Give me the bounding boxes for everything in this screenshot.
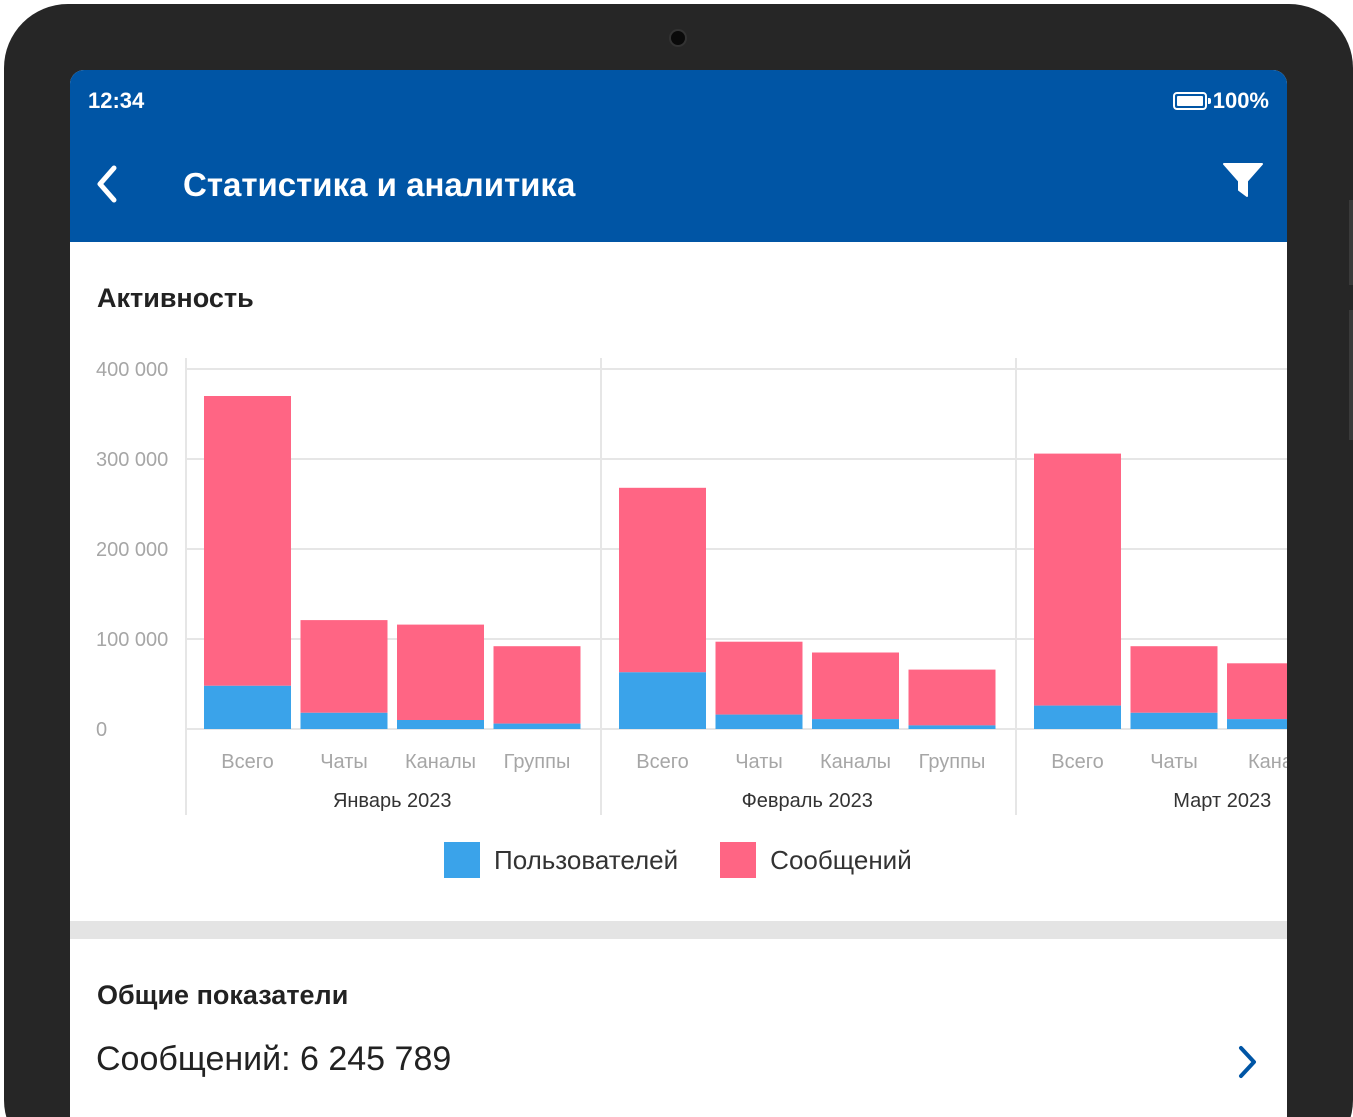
bar-users [619, 672, 706, 729]
group-label: Февраль 2023 [742, 790, 873, 812]
bar-messages [1227, 663, 1287, 720]
chevron-left-icon[interactable] [92, 162, 122, 206]
summary-title: Общие показатели [97, 980, 349, 1010]
screen: 12:34 100% Статистика и аналитика Активн… [70, 70, 1287, 1117]
x-tick-label: Всего [1051, 751, 1103, 773]
bar-users [812, 719, 899, 729]
x-tick-label: Всего [221, 751, 273, 773]
x-tick-label: Группы [504, 751, 571, 773]
bar-users [1034, 705, 1121, 729]
bar-users [397, 720, 484, 729]
battery-icon [1172, 92, 1211, 110]
legend-users-label: Пользователей [494, 844, 679, 875]
group-label: Январь 2023 [333, 790, 452, 812]
bar-users [715, 714, 803, 729]
bar-messages [1130, 646, 1218, 713]
legend-users: Пользователей [444, 842, 678, 878]
bar-users [908, 725, 996, 729]
legend-messages-swatch [720, 842, 757, 878]
chevron-right-icon[interactable] [1235, 1044, 1259, 1080]
y-tick-label: 100 000 [96, 629, 168, 651]
section-divider [70, 921, 1287, 939]
legend-messages: Сообщений [720, 842, 912, 878]
status-right: 100% [1172, 88, 1269, 114]
filter-icon[interactable] [1223, 160, 1263, 200]
legend-users-swatch [444, 842, 480, 878]
x-tick-label: Чаты [735, 751, 783, 773]
bar-messages [908, 669, 996, 726]
x-tick-label: Группы [919, 751, 986, 773]
battery-level: 100% [1212, 88, 1269, 113]
bar-messages [619, 487, 706, 673]
chart-legend: Пользователей Сообщений [444, 842, 954, 878]
x-tick-label: Каналы [820, 751, 891, 773]
activity-title: Активность [97, 283, 254, 313]
y-tick-label: 200 000 [96, 539, 168, 561]
bar-messages [300, 620, 388, 713]
bar-messages [493, 646, 581, 724]
legend-messages-label: Сообщений [770, 844, 912, 875]
bar-users [204, 685, 291, 729]
x-tick-label: Каналы [405, 751, 476, 773]
x-tick-label: Всего [636, 751, 688, 773]
bar-messages [204, 396, 291, 686]
activity-chart: 0 100 000 200 000 300 000 400 000 Всего Чаты Ка… [96, 358, 1287, 815]
x-tick-label: Чаты [320, 751, 368, 773]
y-tick-label: 300 000 [96, 449, 168, 471]
page-title: Статистика и аналитика [183, 166, 576, 203]
status-time: 12:34 [88, 88, 145, 113]
camera [671, 31, 685, 45]
x-tick-label: Чаты [1150, 751, 1198, 773]
bar-users [493, 723, 581, 729]
y-tick-label: 400 000 [96, 359, 168, 381]
bar-messages [715, 641, 803, 715]
bar-users [1130, 712, 1218, 729]
y-tick-label: 0 [96, 719, 107, 741]
bar-messages [1034, 453, 1121, 706]
bar-users [300, 712, 388, 729]
volume-button [1349, 200, 1353, 285]
app-bar: 12:34 100% Статистика и аналитика [70, 70, 1287, 242]
power-button [1349, 310, 1353, 440]
bar-users [1227, 719, 1287, 729]
x-tick-label: Кана [1248, 751, 1287, 773]
bar-messages [397, 624, 484, 720]
group-label: Март 2023 [1173, 790, 1271, 812]
bar-messages [812, 652, 899, 720]
messages-total-row[interactable]: Сообщений: 6 245 789 [96, 1040, 451, 1079]
